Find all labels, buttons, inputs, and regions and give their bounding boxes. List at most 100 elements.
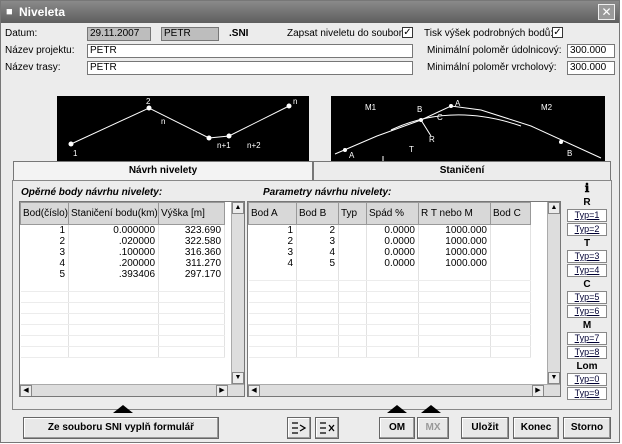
table-row[interactable] <box>20 346 226 358</box>
info-icon[interactable]: ℹ <box>565 181 609 195</box>
table-cell[interactable]: .200000 <box>68 258 160 269</box>
table-cell[interactable]: 3 <box>20 247 70 258</box>
table-row[interactable] <box>20 313 226 325</box>
type-button[interactable]: Typ=7 <box>567 332 607 345</box>
scroll-up-button[interactable]: ▲ <box>548 202 560 214</box>
table-cell[interactable]: .020000 <box>68 236 160 247</box>
type-button[interactable]: Typ=9 <box>567 387 607 400</box>
mx-button[interactable]: MX <box>417 417 449 439</box>
table-cell[interactable]: 0.0000 <box>366 258 419 269</box>
column-header[interactable]: Spád % <box>366 202 419 225</box>
table-cell[interactable]: 0.0000 <box>366 224 419 236</box>
column-header[interactable]: Bod C <box>490 202 531 225</box>
table-row[interactable] <box>248 324 531 336</box>
table-row[interactable] <box>248 313 531 325</box>
table-cell[interactable]: 2 <box>296 224 339 236</box>
table-cell[interactable]: 316.360 <box>158 247 226 258</box>
table-cell[interactable] <box>338 247 367 258</box>
table-row[interactable]: 3.100000 316.360 <box>20 247 226 258</box>
table-cell[interactable]: 0.0000 <box>366 236 419 247</box>
column-header[interactable]: Typ <box>338 202 367 225</box>
params-grid[interactable]: Bod A Bod B Typ Spád % R T nebo M Bod C … <box>247 201 561 397</box>
points-grid[interactable]: Bod(číslo) Staničení bodu(km) Výška [m] … <box>19 201 245 397</box>
table-row[interactable] <box>248 291 531 303</box>
table-row[interactable] <box>20 302 226 314</box>
table-cell[interactable]: 5 <box>20 269 70 280</box>
table-cell[interactable]: 0.000000 <box>68 224 160 236</box>
table-cell[interactable]: .393406 <box>68 269 160 280</box>
table-row[interactable]: 5.393406 297.170 <box>20 269 226 280</box>
table-row[interactable]: 2.020000 322.580 <box>20 236 226 247</box>
scroll-down-button[interactable]: ▼ <box>548 372 560 384</box>
table-row[interactable] <box>248 302 531 314</box>
delete-row-button[interactable] <box>315 417 339 439</box>
fill-form-from-file-button[interactable]: Ze souboru SNI vyplň formulář <box>23 417 219 439</box>
column-header[interactable]: R T nebo M <box>418 202 491 225</box>
route-name-field[interactable]: PETR <box>87 61 413 75</box>
table-row[interactable] <box>248 335 531 347</box>
type-button[interactable]: Typ=6 <box>567 305 607 318</box>
type-button[interactable]: Typ=0 <box>567 373 607 386</box>
type-button[interactable]: Typ=5 <box>567 291 607 304</box>
table-cell[interactable] <box>490 258 531 269</box>
close-button[interactable]: ✕ <box>598 4 615 20</box>
table-cell[interactable] <box>490 224 531 236</box>
print-heights-checkbox[interactable]: ✓ <box>552 27 563 38</box>
table-cell[interactable]: 1000.000 <box>418 236 491 247</box>
column-header[interactable]: Bod A <box>248 202 297 225</box>
file-name-field[interactable]: PETR <box>161 27 219 41</box>
table-cell[interactable]: 4 <box>296 247 339 258</box>
table-cell[interactable]: 4 <box>20 258 70 269</box>
table-row[interactable] <box>20 335 226 347</box>
table-row[interactable]: 1 0.000000 323.690 <box>20 224 226 236</box>
column-header[interactable]: Staničení bodu(km) <box>68 202 160 225</box>
om-button[interactable]: OM <box>379 417 415 439</box>
datum-field[interactable]: 29.11.2007 <box>87 27 151 41</box>
min-valley-radius-field[interactable]: 300.000 <box>567 44 615 58</box>
table-row[interactable] <box>20 280 226 292</box>
table-row[interactable]: 4 5 0.0000 1000.000 <box>248 258 531 269</box>
table-cell[interactable]: 2 <box>248 236 297 247</box>
table-row[interactable] <box>20 291 226 303</box>
save-button[interactable]: Uložit <box>461 417 509 439</box>
scroll-right-button[interactable]: ▶ <box>532 385 544 396</box>
table-cell[interactable]: 1000.000 <box>418 258 491 269</box>
table-row[interactable] <box>248 280 531 292</box>
table-cell[interactable]: 322.580 <box>158 236 226 247</box>
min-crest-radius-field[interactable]: 300.000 <box>567 61 615 75</box>
table-cell[interactable]: 3 <box>296 236 339 247</box>
table-cell[interactable] <box>338 224 367 236</box>
table-row[interactable]: 4.200000 311.270 <box>20 258 226 269</box>
table-row[interactable] <box>248 269 531 281</box>
table-row[interactable]: 3 4 0.0000 1000.000 <box>248 247 531 258</box>
scroll-left-button[interactable]: ◀ <box>20 385 32 396</box>
end-button[interactable]: Konec <box>513 417 559 439</box>
table-cell[interactable]: .100000 <box>68 247 160 258</box>
table-cell[interactable]: 297.170 <box>158 269 226 280</box>
horizontal-scrollbar[interactable]: ◀ ▶ <box>248 384 560 396</box>
cancel-button[interactable]: Storno <box>563 417 611 439</box>
table-cell[interactable]: 0.0000 <box>366 247 419 258</box>
table-cell[interactable] <box>338 236 367 247</box>
table-cell[interactable] <box>490 247 531 258</box>
type-button[interactable]: Typ=3 <box>567 250 607 263</box>
table-cell[interactable]: 1000.000 <box>418 224 491 236</box>
table-cell[interactable]: 1 <box>20 224 70 236</box>
project-name-field[interactable]: PETR <box>87 44 413 58</box>
type-button[interactable]: Typ=8 <box>567 346 607 359</box>
scroll-left-button[interactable]: ◀ <box>248 385 260 396</box>
tab-navrh-nivelety[interactable]: Návrh nivelety <box>13 161 313 181</box>
type-button[interactable]: Typ=2 <box>567 223 607 236</box>
write-to-file-checkbox[interactable]: ✓ <box>402 27 413 38</box>
scroll-right-button[interactable]: ▶ <box>216 385 228 396</box>
table-row[interactable] <box>20 324 226 336</box>
horizontal-scrollbar[interactable]: ◀ ▶ <box>20 384 244 396</box>
tab-staniceni[interactable]: Staničení <box>313 161 611 181</box>
table-cell[interactable] <box>338 258 367 269</box>
column-header[interactable]: Výška [m] <box>158 202 226 225</box>
type-button[interactable]: Typ=1 <box>567 209 607 222</box>
column-header[interactable]: Bod(číslo) <box>20 202 70 225</box>
scroll-down-button[interactable]: ▼ <box>232 372 244 384</box>
scroll-up-button[interactable]: ▲ <box>232 202 244 214</box>
table-cell[interactable]: 3 <box>248 247 297 258</box>
